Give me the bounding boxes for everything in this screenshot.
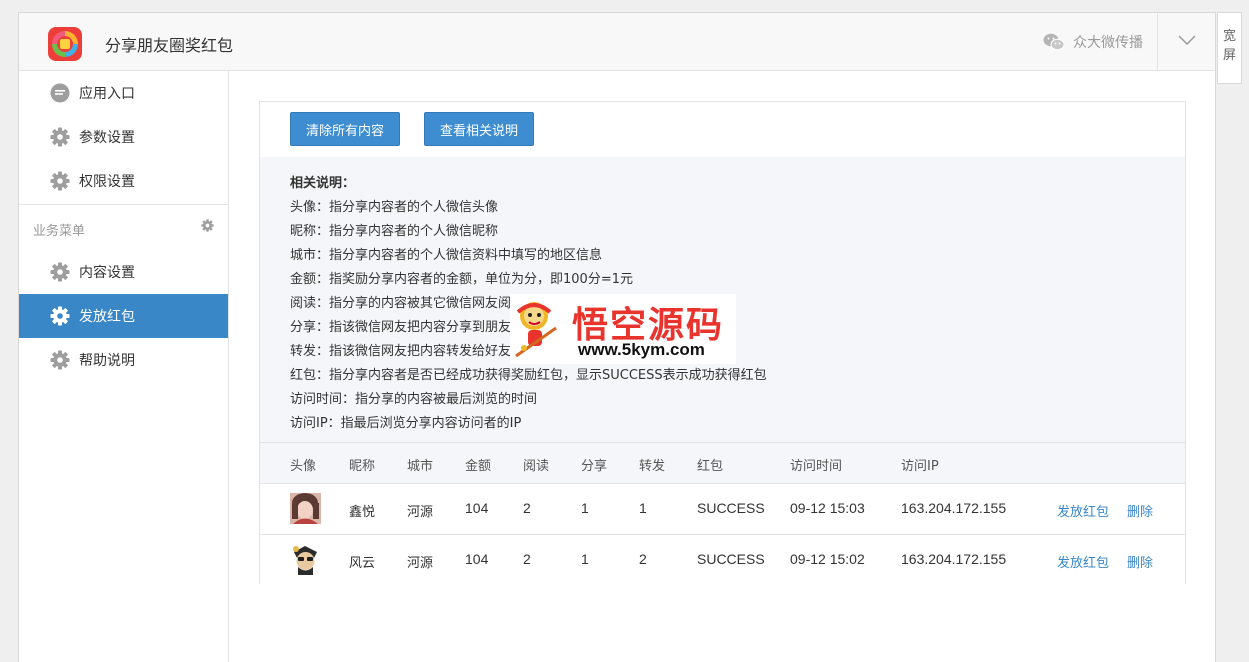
cell-city: 河源: [407, 505, 434, 520]
sidebar-item-content[interactable]: 内容设置: [19, 250, 228, 294]
gear-icon: [49, 306, 70, 327]
wide-screen-button[interactable]: 宽屏: [1217, 12, 1242, 84]
sidebar-item-send-redpack[interactable]: 发放红包: [19, 294, 228, 338]
clear-all-button[interactable]: 清除所有内容: [290, 112, 400, 146]
cell-shares: 1: [581, 500, 589, 516]
column-header: 分享: [581, 459, 608, 474]
brand[interactable]: 众大微传播: [1043, 32, 1143, 52]
table-row: 风云 河源 104 2 1 2 SUCCESS 09-12 15:02 163.…: [260, 535, 1185, 585]
note-line: 访问IP：指最后浏览分享内容访问者的IP: [290, 416, 522, 431]
sidebar-item-label: 权限设置: [79, 174, 135, 190]
message-icon: [49, 83, 70, 104]
cell-redpack: SUCCESS: [697, 500, 765, 516]
cell-forwards: 1: [639, 500, 647, 516]
column-header: 金额: [465, 459, 492, 474]
header-bar: 分享朋友圈奖红包 众大微传播: [19, 13, 1215, 71]
cell-ip: 163.204.172.155: [901, 500, 1007, 516]
note-line: 访问时间：指分享的内容被最后浏览的时间: [290, 392, 538, 407]
collapse-toggle[interactable]: [1157, 13, 1215, 70]
cell-time: 09-12 15:02: [790, 551, 865, 567]
view-help-button[interactable]: 查看相关说明: [424, 112, 534, 146]
sidebar-item-label: 发放红包: [79, 309, 135, 325]
app-logo: [48, 27, 82, 61]
app-title: 分享朋友圈奖红包: [105, 36, 234, 55]
cell-shares: 1: [581, 551, 589, 567]
toolbar: 清除所有内容 查看相关说明: [260, 102, 1185, 158]
delete-link[interactable]: 删除: [1127, 501, 1153, 520]
gear-icon: [49, 262, 70, 283]
avatar: [290, 493, 321, 524]
column-header: 转发: [639, 459, 666, 474]
sidebar-item-label: 帮助说明: [79, 353, 135, 369]
sidebar-item-label: 应用入口: [79, 86, 135, 102]
sidebar-item-label: 内容设置: [79, 265, 135, 281]
watermark-url: www.5kym.com: [578, 340, 705, 359]
cell-city: 河源: [407, 556, 434, 571]
send-redpack-link[interactable]: 发放红包: [1057, 552, 1109, 571]
gear-icon: [49, 171, 70, 192]
note-line: 城市：指分享内容者的个人微信资料中填写的地区信息: [290, 248, 603, 263]
delete-link[interactable]: 删除: [1127, 552, 1153, 571]
cell-reads: 2: [523, 500, 531, 516]
cell-reads: 2: [523, 551, 531, 567]
column-header: 阅读: [523, 459, 550, 474]
wechat-icon: [1043, 33, 1065, 51]
notes-title: 相关说明：: [290, 176, 356, 191]
column-header: 访问时间: [790, 459, 843, 474]
cell-amount: 104: [465, 551, 489, 567]
watermark-logo: 悟空源码 www.5kym.com: [510, 294, 736, 364]
chevron-down-icon: [1177, 34, 1196, 49]
brand-label: 众大微传播: [1073, 35, 1143, 51]
column-header: 红包: [697, 459, 724, 474]
column-header: 城市: [407, 459, 434, 474]
sidebar: 应用入口 参数设置 权限设置 业务菜单 内容设置 发放红包 帮助说明: [19, 71, 229, 662]
cell-forwards: 2: [639, 551, 647, 567]
gear-icon: [49, 127, 70, 148]
sidebar-item-app-entry[interactable]: 应用入口: [19, 71, 228, 115]
sidebar-item-label: 参数设置: [79, 130, 135, 146]
column-header: 头像: [290, 459, 317, 474]
sidebar-divider: [19, 204, 228, 205]
send-redpack-link[interactable]: 发放红包: [1057, 501, 1109, 520]
sidebar-item-permissions[interactable]: 权限设置: [19, 159, 228, 203]
monkey-mascot-icon: [512, 298, 566, 358]
cell-redpack: SUCCESS: [697, 551, 765, 567]
table-header: 头像 昵称 城市 金额 阅读 分享 转发 红包 访问时间 访问IP: [260, 443, 1185, 484]
sidebar-group-title: 业务菜单: [33, 224, 86, 239]
cell-nickname: 鑫悦: [349, 505, 376, 520]
note-line: 头像：指分享内容者的个人微信头像: [290, 200, 499, 215]
cell-nickname: 风云: [349, 556, 376, 571]
cell-time: 09-12 15:03: [790, 500, 865, 516]
table-row: 鑫悦 河源 104 2 1 1 SUCCESS 09-12 15:03 163.…: [260, 484, 1185, 535]
note-line: 红包：指分享内容者是否已经成功获得奖励红包，显示SUCCESS表示成功获得红包: [290, 368, 767, 383]
cell-amount: 104: [465, 500, 489, 516]
avatar: [290, 544, 321, 575]
sidebar-item-params[interactable]: 参数设置: [19, 115, 228, 159]
note-line: 昵称：指分享内容者的个人微信昵称: [290, 224, 499, 239]
sidebar-item-help[interactable]: 帮助说明: [19, 338, 228, 382]
cell-ip: 163.204.172.155: [901, 551, 1007, 567]
column-header: 访问IP: [901, 459, 939, 474]
gear-icon: [49, 350, 70, 371]
note-line: 金额：指奖励分享内容者的金额，单位为分，即100分=1元: [290, 272, 633, 287]
column-header: 昵称: [349, 459, 376, 474]
gear-icon[interactable]: [201, 219, 214, 236]
